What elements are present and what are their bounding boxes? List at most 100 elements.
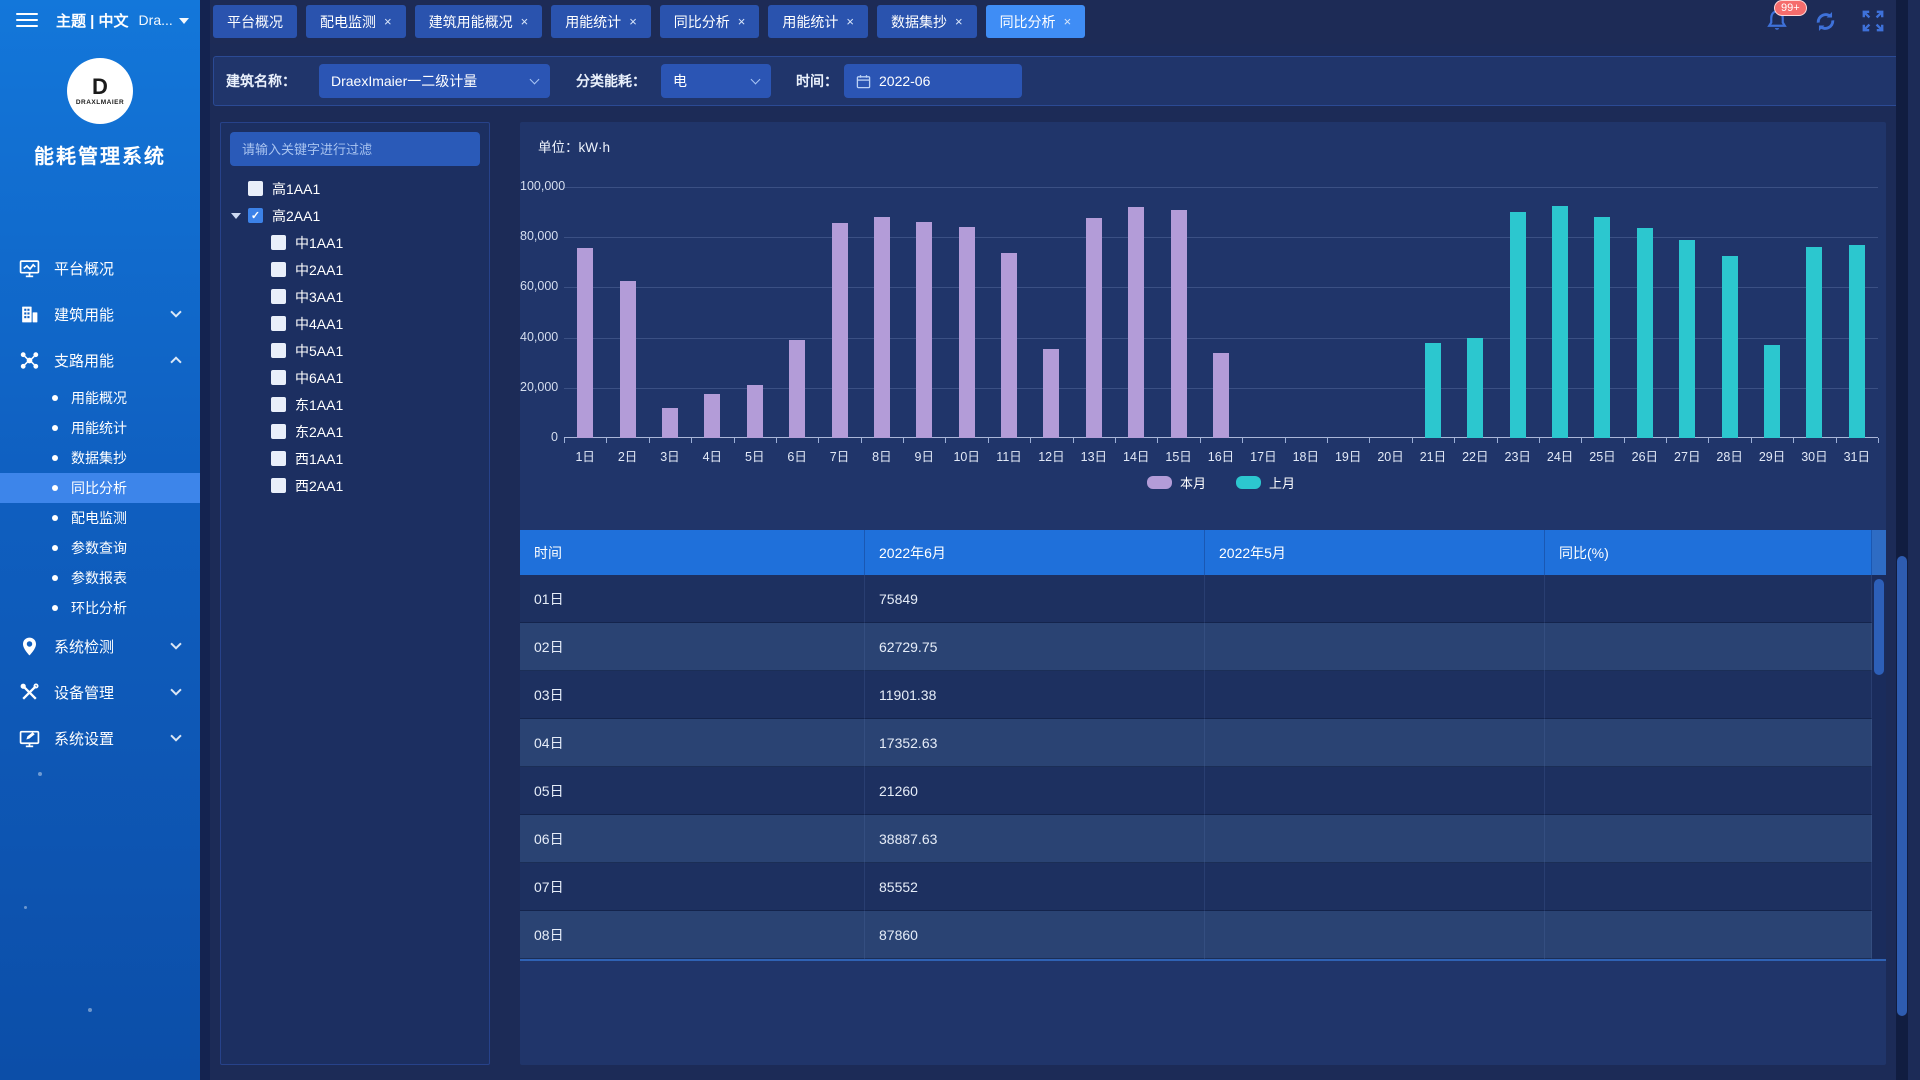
bar-上月-25日	[1594, 217, 1610, 438]
checkbox-中6AA1[interactable]	[271, 370, 286, 385]
sidebar-item-系统检测[interactable]: 系统检测	[0, 623, 200, 669]
x-axis-tick	[691, 438, 692, 443]
tab-close-icon[interactable]: ×	[384, 14, 392, 29]
analysis-panel: 单位：kW·h 020,00040,00060,00080,000100,000…	[520, 122, 1886, 1065]
time-picker[interactable]: 2022-06	[844, 64, 1022, 98]
x-axis-tick	[734, 438, 735, 443]
tree-node-label: 中1AA1	[295, 233, 343, 253]
x-axis-label: 30日	[1793, 446, 1835, 465]
tab-同比分析[interactable]: 同比分析×	[986, 5, 1086, 38]
checkbox-中1AA1[interactable]	[271, 235, 286, 250]
calendar-icon	[856, 74, 871, 89]
tree-node-高1AA1[interactable]: 高1AA1	[221, 175, 489, 202]
tree-node-西2AA1[interactable]: 西2AA1	[221, 472, 489, 499]
x-axis-tick	[1708, 438, 1709, 443]
submenu-item-同比分析[interactable]: 同比分析	[0, 473, 200, 503]
checkbox-中3AA1[interactable]	[271, 289, 286, 304]
x-axis-tick	[1242, 438, 1243, 443]
x-axis-label: 14日	[1115, 446, 1157, 465]
tab-同比分析[interactable]: 同比分析×	[660, 5, 760, 38]
tab-close-icon[interactable]: ×	[629, 14, 637, 29]
refresh-icon[interactable]	[1810, 6, 1840, 36]
legend-item-本月[interactable]: 本月	[1147, 473, 1206, 492]
checkbox-东1AA1[interactable]	[271, 397, 286, 412]
legend-swatch	[1236, 476, 1261, 489]
tab-平台概况[interactable]: 平台概况	[213, 5, 297, 38]
checkbox-东2AA1[interactable]	[271, 424, 286, 439]
sidebar-item-建筑用能[interactable]: 建筑用能	[0, 291, 200, 337]
checkbox-西1AA1[interactable]	[271, 451, 286, 466]
table-bottom-border	[520, 959, 1886, 961]
fullscreen-icon[interactable]	[1858, 6, 1888, 36]
x-axis-label: 5日	[734, 446, 776, 465]
energy-type-select[interactable]: 电	[661, 64, 771, 98]
tab-建筑用能概况[interactable]: 建筑用能概况×	[415, 5, 543, 38]
page-scrollbar[interactable]	[1896, 0, 1908, 1080]
checkbox-高2AA1[interactable]: ✓	[248, 208, 263, 223]
legend-item-上月[interactable]: 上月	[1236, 473, 1295, 492]
sidebar-item-平台概况[interactable]: 平台概况	[0, 245, 200, 291]
table-row: 03日11901.38	[520, 671, 1872, 719]
tree-node-西1AA1[interactable]: 西1AA1	[221, 445, 489, 472]
tab-label: 用能统计	[565, 12, 621, 32]
table-row: 04日17352.63	[520, 719, 1872, 767]
tree-node-中4AA1[interactable]: 中4AA1	[221, 310, 489, 337]
table-scrollbar[interactable]	[1872, 530, 1886, 959]
tab-close-icon[interactable]: ×	[738, 14, 746, 29]
user-menu[interactable]: Dra...	[139, 12, 189, 28]
x-axis-label: 15日	[1157, 446, 1199, 465]
table-cell: 03日	[520, 671, 865, 719]
tree-node-中1AA1[interactable]: 中1AA1	[221, 229, 489, 256]
tree-node-东1AA1[interactable]: 东1AA1	[221, 391, 489, 418]
tree-node-东2AA1[interactable]: 东2AA1	[221, 418, 489, 445]
building-name-label: 建筑名称：	[226, 71, 296, 91]
tree-node-中5AA1[interactable]: 中5AA1	[221, 337, 489, 364]
theme-language-switch[interactable]: 主题 | 中文	[56, 10, 129, 31]
bar-上月-26日	[1637, 228, 1653, 438]
tab-数据集抄[interactable]: 数据集抄×	[877, 5, 977, 38]
tab-close-icon[interactable]: ×	[521, 14, 529, 29]
building-select[interactable]: DraexImaier一二级计量	[319, 64, 550, 98]
notification-bell-icon[interactable]: 99+	[1762, 6, 1792, 36]
tree-node-label: 东2AA1	[295, 422, 343, 442]
table-scrollbar-thumb[interactable]	[1874, 579, 1884, 675]
tree-filter-input[interactable]	[230, 132, 480, 166]
y-axis-label: 0	[520, 430, 558, 444]
decor-dot	[88, 1008, 92, 1012]
x-axis-tick	[649, 438, 650, 443]
submenu-item-参数报表[interactable]: 参数报表	[0, 563, 200, 593]
tree-node-中6AA1[interactable]: 中6AA1	[221, 364, 489, 391]
checkbox-中2AA1[interactable]	[271, 262, 286, 277]
tree-node-中3AA1[interactable]: 中3AA1	[221, 283, 489, 310]
submenu-item-配电监测[interactable]: 配电监测	[0, 503, 200, 533]
tree-node-高2AA1[interactable]: ✓高2AA1	[221, 202, 489, 229]
submenu-item-环比分析[interactable]: 环比分析	[0, 593, 200, 623]
table-cell: 62729.75	[865, 623, 1205, 671]
sidebar-item-系统设置[interactable]: 系统设置	[0, 715, 200, 761]
tab-close-icon[interactable]: ×	[1064, 14, 1072, 29]
checkbox-西2AA1[interactable]	[271, 478, 286, 493]
submenu-item-用能概况[interactable]: 用能概况	[0, 383, 200, 413]
hamburger-menu-icon[interactable]	[16, 9, 38, 31]
x-axis-tick	[1115, 438, 1116, 443]
table-cell: 87860	[865, 911, 1205, 959]
sidebar-item-设备管理[interactable]: 设备管理	[0, 669, 200, 715]
submenu-item-数据集抄[interactable]: 数据集抄	[0, 443, 200, 473]
submenu-item-用能统计[interactable]: 用能统计	[0, 413, 200, 443]
x-axis-tick	[1200, 438, 1201, 443]
x-axis-tick	[776, 438, 777, 443]
checkbox-中5AA1[interactable]	[271, 343, 286, 358]
tab-close-icon[interactable]: ×	[955, 14, 963, 29]
sidebar-item-label: 支路用能	[54, 350, 114, 371]
checkbox-高1AA1[interactable]	[248, 181, 263, 196]
tree-node-中2AA1[interactable]: 中2AA1	[221, 256, 489, 283]
page-scrollbar-thumb[interactable]	[1897, 556, 1907, 1016]
tab-用能统计[interactable]: 用能统计×	[768, 5, 868, 38]
submenu-item-参数查询[interactable]: 参数查询	[0, 533, 200, 563]
expand-triangle-icon[interactable]	[231, 213, 241, 219]
checkbox-中4AA1[interactable]	[271, 316, 286, 331]
tab-close-icon[interactable]: ×	[846, 14, 854, 29]
sidebar-item-支路用能[interactable]: 支路用能	[0, 337, 200, 383]
tab-用能统计[interactable]: 用能统计 ×	[551, 5, 651, 38]
tab-配电监测[interactable]: 配电监测×	[306, 5, 406, 38]
